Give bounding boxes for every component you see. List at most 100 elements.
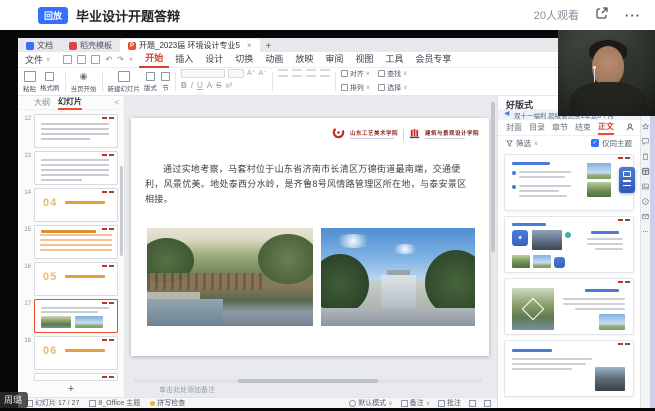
find-button[interactable]: 查找∨ xyxy=(378,69,407,79)
canvas-vertical-scrollbar[interactable] xyxy=(491,102,495,252)
layout-card[interactable] xyxy=(504,154,634,211)
print-icon[interactable] xyxy=(77,55,86,64)
collapse-panel-icon[interactable]: < xyxy=(114,98,119,107)
underline-button[interactable]: U xyxy=(197,81,203,90)
slide-18-thumb[interactable]: 06 xyxy=(34,336,118,370)
align-center-icon[interactable] xyxy=(292,75,302,77)
arrange-button[interactable]: 排列∨ xyxy=(341,83,370,93)
decrease-font-icon[interactable]: A⁻ xyxy=(258,69,266,77)
play-from-current-button[interactable]: ◉当页开始 xyxy=(71,71,97,93)
format-painter-button[interactable]: 格式刷 xyxy=(40,72,60,92)
only-same-theme-checkbox[interactable]: ✓ 仅同主题 xyxy=(591,138,632,149)
section-button[interactable]: 节 xyxy=(161,72,170,92)
paste-button[interactable]: 粘贴 xyxy=(23,71,36,93)
doc-tab-close-icon[interactable]: × xyxy=(247,41,252,50)
layout-card[interactable]: ✦ xyxy=(504,216,634,273)
ribbon-tab-member[interactable]: 会员专享 xyxy=(409,52,457,67)
slide-sorter-view-icon[interactable] xyxy=(484,400,491,407)
slide-16-thumb[interactable]: 05 xyxy=(34,262,118,296)
align-objects-button[interactable]: 对齐∨ xyxy=(341,69,370,79)
outline-tab[interactable]: 大纲 xyxy=(34,97,50,108)
ribbon-tab-home[interactable]: 开始 xyxy=(139,51,169,68)
slide-15-thumb[interactable] xyxy=(34,225,118,259)
pane-tab-section[interactable]: 章节 xyxy=(552,122,568,133)
numbering-icon[interactable] xyxy=(292,69,302,71)
font-size-select[interactable] xyxy=(228,69,244,78)
thumbnail-row[interactable]: 12 xyxy=(18,114,118,148)
undo-icon[interactable]: ↶ xyxy=(105,55,112,64)
thumbnail-row[interactable]: 14 04 xyxy=(18,188,118,222)
new-doc-tab-button[interactable]: + xyxy=(266,41,272,52)
ribbon-tab-slideshow[interactable]: 放映 xyxy=(289,52,319,67)
notes-toggle[interactable]: 备注∨ xyxy=(401,398,430,408)
strikethrough-button[interactable]: S xyxy=(216,81,221,90)
ribbon-tab-animation[interactable]: 动画 xyxy=(259,52,289,67)
user-icon[interactable] xyxy=(626,123,634,133)
align-left-icon[interactable] xyxy=(278,75,288,77)
comment-toggle[interactable]: 批注 xyxy=(438,398,461,408)
share-icon[interactable] xyxy=(595,6,609,25)
superscript-button[interactable]: x² xyxy=(225,81,232,90)
ribbon-tab-tools[interactable]: 工具 xyxy=(379,52,409,67)
pane-tab-body-active[interactable]: 正文 xyxy=(598,120,614,135)
slides-tab[interactable]: 幻灯片 xyxy=(58,96,82,110)
star-icon[interactable] xyxy=(642,122,650,130)
thumbnail-row-partial[interactable] xyxy=(18,373,118,383)
save-icon[interactable] xyxy=(63,55,72,64)
filter-button[interactable]: 筛选∨ xyxy=(506,138,538,149)
ribbon-tab-insert[interactable]: 插入 xyxy=(169,52,199,67)
slide-19-thumb-partial[interactable] xyxy=(34,373,118,381)
thumbnail-row[interactable]: 15 xyxy=(18,225,118,259)
image-icon[interactable] xyxy=(642,182,650,190)
pane-tab-ending[interactable]: 结束 xyxy=(575,122,591,133)
slide-12-thumb[interactable] xyxy=(34,114,118,148)
more-icon[interactable] xyxy=(642,227,650,235)
font-color-button[interactable]: A xyxy=(207,81,212,90)
theme-name[interactable]: 8_Office 主题 xyxy=(89,398,140,408)
ribbon-tab-review[interactable]: 审阅 xyxy=(319,52,349,67)
clipboard-icon[interactable] xyxy=(642,152,650,160)
panel-scrollbar[interactable] xyxy=(120,166,123,256)
layout-card[interactable] xyxy=(504,278,634,335)
pane-tab-toc[interactable]: 目录 xyxy=(529,122,545,133)
thumbnail-row[interactable]: 16 05 xyxy=(18,262,118,296)
spell-check-status[interactable]: 拼写检查 xyxy=(150,398,185,408)
select-button[interactable]: 选择∨ xyxy=(378,83,407,93)
add-slide-button[interactable]: + xyxy=(18,383,124,397)
new-slide-button[interactable]: 新建幻灯片 xyxy=(108,71,141,93)
current-slide[interactable]: 山东工艺美术学院 建筑与景观设计学院 通过实地考察，马套村位于山东省济南市长清区… xyxy=(131,118,489,356)
feedback-icon[interactable] xyxy=(642,212,650,220)
ribbon-tab-design[interactable]: 设计 xyxy=(199,52,229,67)
comment-icon[interactable] xyxy=(642,137,650,145)
ribbon-tab-transition[interactable]: 切换 xyxy=(229,52,259,67)
indent-icon[interactable] xyxy=(306,69,316,71)
italic-button[interactable]: I xyxy=(191,81,193,90)
layout-card[interactable] xyxy=(504,340,634,397)
help-icon[interactable]: ? xyxy=(642,197,650,205)
pane-tab-cover[interactable]: 封面 xyxy=(506,122,522,133)
slide-14-thumb[interactable]: 04 xyxy=(34,188,118,222)
line-spacing-icon[interactable] xyxy=(320,69,330,71)
slide-13-thumb[interactable] xyxy=(34,151,118,185)
wps-store-tab[interactable]: 稻壳模板 xyxy=(61,39,120,52)
presenter-webcam[interactable] xyxy=(558,30,655,116)
increase-font-icon[interactable]: A⁺ xyxy=(247,69,255,77)
thumbnail-row[interactable]: 13 xyxy=(18,151,118,185)
ribbon-tab-view[interactable]: 视图 xyxy=(349,52,379,67)
more-menu-icon[interactable]: ··· xyxy=(625,8,641,23)
canvas-horizontal-scrollbar[interactable] xyxy=(133,379,483,383)
thumbnail-row[interactable]: 17 xyxy=(18,299,118,333)
notes-placeholder[interactable]: 单击此处添加备注 xyxy=(159,385,215,395)
preview-icon[interactable] xyxy=(91,55,100,64)
font-name-select[interactable] xyxy=(181,69,225,78)
bullets-icon[interactable] xyxy=(278,69,288,71)
thumbnail-row[interactable]: 18 06 xyxy=(18,336,118,370)
mode-switch[interactable]: 默认模式∨ xyxy=(349,398,392,408)
normal-view-icon[interactable] xyxy=(469,400,476,407)
file-menu-button[interactable]: 文件∨ xyxy=(18,53,57,66)
bold-button[interactable]: B xyxy=(181,81,187,90)
layout-pane-icon-active[interactable] xyxy=(642,167,650,175)
wps-home-tab[interactable]: 文档 xyxy=(18,39,61,52)
redo-icon[interactable]: ↷ xyxy=(117,55,124,64)
slide-17-thumb-selected[interactable] xyxy=(34,299,118,333)
